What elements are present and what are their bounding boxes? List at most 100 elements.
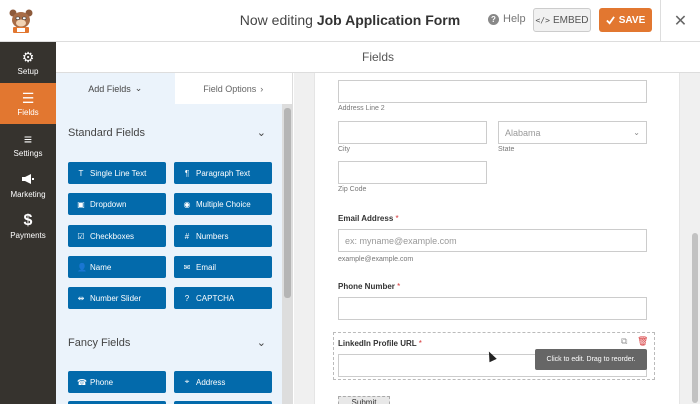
chevron-down-icon: ⌄ — [256, 127, 266, 139]
checkmark-icon — [606, 15, 615, 25]
field-button-paragraph-text[interactable]: ¶ Paragraph Text — [174, 162, 272, 184]
sidebar-item-payments[interactable]: $ Payments — [0, 206, 56, 247]
zip-code-input[interactable] — [338, 161, 487, 184]
chevron-down-icon: ⌄ — [256, 337, 266, 349]
required-mark: * — [418, 339, 422, 348]
edit-tooltip: Click to edit. Drag to reorder. — [535, 349, 647, 370]
scrollbar-thumb[interactable] — [284, 108, 291, 298]
sidebar-item-label: Marketing — [10, 189, 46, 199]
sidebar-item-marketing[interactable]: Marketing — [0, 165, 56, 206]
fancy-fields-header[interactable]: Fancy Fields ⌄ — [68, 336, 266, 350]
help-label: Help — [503, 13, 526, 25]
field-button-label: Email — [196, 262, 217, 272]
checkbox-icon: ☑ — [77, 231, 85, 241]
wpforms-logo[interactable] — [0, 0, 42, 42]
required-mark: * — [395, 214, 399, 223]
sidebar-item-label: Payments — [10, 230, 46, 240]
field-button-label: Paragraph Text — [196, 168, 251, 178]
gear-icon: ⚙ — [21, 48, 35, 65]
field-button-phone[interactable]: ☎ Phone — [68, 371, 166, 393]
email-input[interactable]: ex: myname@example.com — [338, 229, 647, 252]
linkedin-label-text: LinkedIn Profile URL — [338, 339, 417, 348]
field-button-captcha[interactable]: ? CAPTCHA — [174, 287, 272, 309]
phone-input[interactable] — [338, 297, 647, 320]
field-button-label: Name — [90, 262, 112, 272]
phone-icon: ☎ — [77, 377, 87, 387]
address-line2-sublabel: Address Line 2 — [338, 105, 385, 112]
sidebar-item-fields[interactable]: ☰ Fields — [0, 83, 56, 124]
submit-button[interactable]: Submit — [338, 396, 390, 404]
close-icon: ✕ — [673, 13, 688, 30]
envelope-icon: ✉ — [183, 262, 191, 272]
sidebar-item-setup[interactable]: ⚙ Setup — [0, 42, 56, 83]
group-title: Standard Fields — [68, 126, 146, 139]
required-mark: * — [397, 282, 401, 291]
linkedin-field-label: LinkedIn Profile URL * — [338, 339, 422, 348]
embed-label: EMBED — [552, 14, 589, 26]
scrollbar-thumb[interactable] — [692, 233, 698, 403]
map-marker-icon: ⌖ — [184, 377, 190, 386]
state-value: Alabama — [505, 127, 541, 138]
email-placeholder: ex: myname@example.com — [345, 235, 457, 246]
top-bar: Now editing Job Application Form ? Help … — [0, 0, 700, 42]
trash-icon[interactable]: 🗑 — [637, 336, 648, 347]
save-button[interactable]: SAVE — [599, 8, 652, 32]
tab-add-fields[interactable]: Add Fields ⌄ — [56, 73, 175, 104]
help-icon: ? — [488, 13, 499, 25]
form-name: Job Application Form — [316, 12, 461, 28]
field-button-dropdown[interactable]: ▣ Dropdown — [68, 193, 166, 215]
field-button-email[interactable]: ✉ Email — [174, 256, 272, 278]
field-button-number-slider[interactable]: ⇹ Number Slider — [68, 287, 166, 309]
email-sublabel: example@example.com — [338, 256, 414, 263]
tab-field-options[interactable]: Field Options › — [174, 73, 292, 104]
standard-fields-header[interactable]: Standard Fields ⌄ — [68, 126, 266, 140]
preview-scrollbar[interactable] — [690, 73, 700, 404]
fields-list-icon: ☰ — [21, 89, 35, 106]
chevron-right-icon: › — [260, 83, 264, 94]
field-button-label: Numbers — [196, 231, 229, 241]
help-link[interactable]: ? Help — [488, 13, 526, 25]
sliders-icon: ≡ — [23, 130, 33, 147]
field-button-label: CAPTCHA — [196, 293, 235, 303]
field-button-label: Number Slider — [90, 293, 142, 303]
dollar-icon: $ — [23, 211, 33, 229]
user-icon: 👤 — [77, 262, 87, 272]
tab-label: Add Fields — [88, 83, 131, 94]
tab-label: Field Options — [203, 83, 257, 94]
paragraph-icon: ¶ — [184, 168, 190, 178]
field-button-numbers[interactable]: # Numbers — [174, 225, 272, 247]
bear-mascot-icon — [9, 9, 33, 33]
page-title: Fields — [361, 50, 394, 64]
field-button-label: Phone — [90, 377, 114, 387]
city-sublabel: City — [338, 146, 351, 153]
field-button-name[interactable]: 👤 Name — [68, 256, 166, 278]
email-field-label: Email Address * — [338, 214, 399, 223]
field-button-checkboxes[interactable]: ☑ Checkboxes — [68, 225, 166, 247]
panel-scrollbar[interactable] — [282, 104, 292, 404]
editing-title: Now editing Job Application Form — [0, 12, 700, 28]
save-label: SAVE — [618, 14, 646, 26]
address-line2-input[interactable] — [338, 80, 647, 103]
embed-button[interactable]: </> EMBED — [533, 8, 591, 32]
city-input[interactable] — [338, 121, 487, 144]
field-button-label: Checkboxes — [90, 231, 135, 241]
megaphone-icon — [21, 173, 35, 187]
group-title: Fancy Fields — [68, 336, 131, 349]
field-button-multiple-choice[interactable]: ◉ Multiple Choice — [174, 193, 272, 215]
sidebar-item-settings[interactable]: ≡ Settings — [0, 124, 56, 165]
panel-tabs: Add Fields ⌄ Field Options › — [56, 73, 292, 104]
sidebar-item-label: Setup — [17, 66, 39, 76]
slider-icon: ⇹ — [77, 293, 85, 303]
state-select[interactable]: Alabama ⌄ — [498, 121, 647, 144]
field-button-single-line-text[interactable]: T Single Line Text — [68, 162, 166, 184]
sidebar-item-label: Fields — [17, 107, 39, 117]
chevron-down-icon: ⌄ — [633, 128, 640, 137]
duplicate-icon[interactable]: ⧉ — [621, 336, 627, 347]
code-icon: </> — [535, 15, 550, 25]
builder-sidebar: ⚙ Setup ☰ Fields ≡ Settings Marketing $ … — [0, 42, 56, 404]
field-button-label: Single Line Text — [90, 168, 147, 178]
phone-label-text: Phone Number — [338, 282, 395, 291]
close-button[interactable]: ✕ — [660, 0, 700, 42]
add-fields-panel: Add Fields ⌄ Field Options › Standard Fi… — [56, 73, 293, 404]
field-button-address[interactable]: ⌖ Address — [174, 371, 272, 393]
